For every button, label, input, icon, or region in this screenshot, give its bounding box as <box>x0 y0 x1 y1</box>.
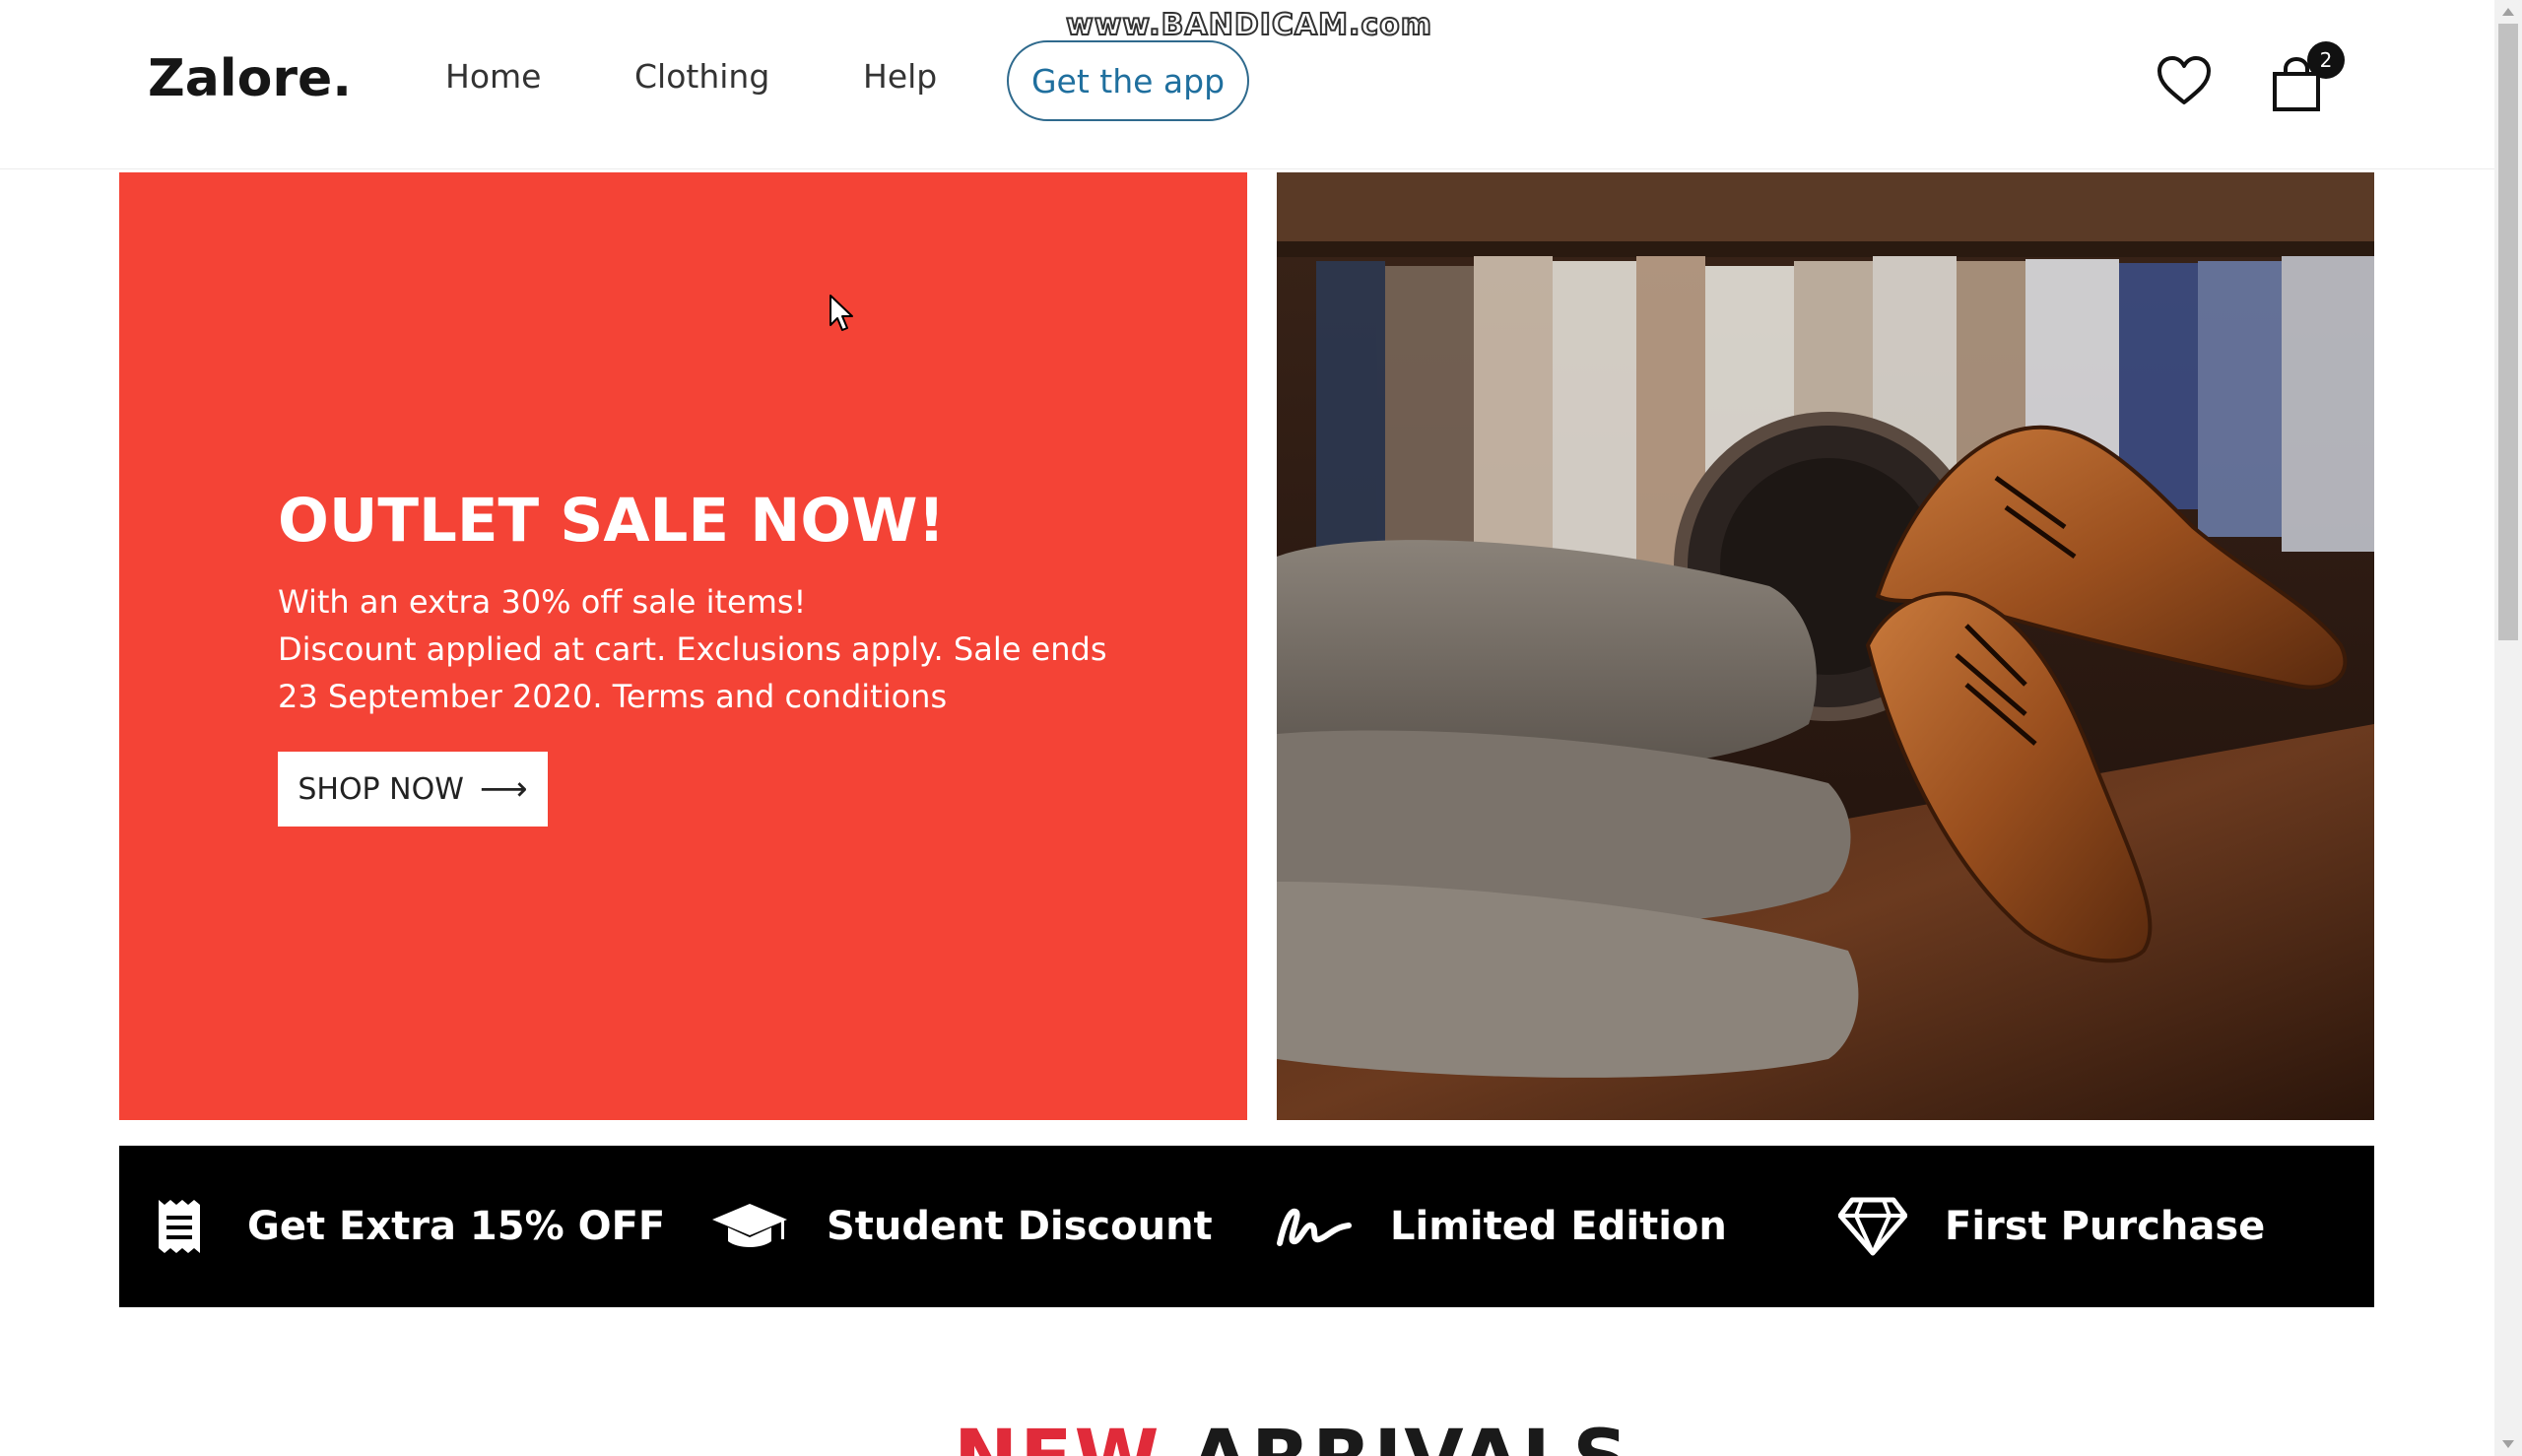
graduation-cap-icon <box>712 1204 787 1247</box>
nav-home[interactable]: Home <box>445 57 541 96</box>
nav-clothing[interactable]: Clothing <box>634 57 769 96</box>
cart-count-badge: 2 <box>2307 41 2345 79</box>
heart-icon[interactable] <box>2156 55 2213 106</box>
perk-label: First Purchase <box>1945 1204 2266 1249</box>
brand-logo[interactable]: Zalore. <box>148 49 352 108</box>
hero-line-3: 23 September 2020. Terms and conditions <box>278 678 948 715</box>
hero-title: OUTLET SALE NOW! <box>278 486 946 556</box>
hero-product-image <box>1277 172 2374 1120</box>
page-scrollbar[interactable] <box>2494 0 2522 1456</box>
recording-watermark: www.BANDICAM.com <box>1065 7 1433 43</box>
receipt-icon <box>159 1200 200 1253</box>
scroll-down-arrow-icon[interactable] <box>2502 1440 2514 1448</box>
new-arrivals-accent: NEW <box>954 1415 1161 1456</box>
new-arrivals-rest: ARRIVALS <box>1190 1415 1630 1456</box>
new-arrivals-heading: NEW ARRIVALS <box>954 1415 1630 1456</box>
nav-help[interactable]: Help <box>863 57 937 96</box>
scroll-up-arrow-icon[interactable] <box>2502 8 2514 16</box>
perk-label: Limited Edition <box>1390 1204 1727 1249</box>
scrollbar-thumb[interactable] <box>2498 24 2518 640</box>
diamond-icon <box>1838 1197 1907 1256</box>
perk-first-purchase[interactable]: First Purchase <box>1838 1146 2265 1307</box>
perks-bar: Get Extra 15% OFF Student Discount Limit… <box>119 1146 2374 1307</box>
arrow-right-icon: ⟶ <box>479 769 528 809</box>
hero-line-2: Discount applied at cart. Exclusions app… <box>278 630 1107 668</box>
perk-student-discount[interactable]: Student Discount <box>710 1146 1213 1307</box>
signature-icon <box>1277 1208 1352 1246</box>
perk-label: Student Discount <box>827 1204 1213 1249</box>
get-app-button[interactable]: Get the app <box>1007 40 1249 121</box>
hero-promo-panel: OUTLET SALE NOW! With an extra 30% off s… <box>119 172 1247 1120</box>
hero-line-1: With an extra 30% off sale items! <box>278 583 807 621</box>
cart-button[interactable]: 2 <box>2272 41 2351 114</box>
perk-limited-edition[interactable]: Limited Edition <box>1274 1146 1727 1307</box>
perk-label: Get Extra 15% OFF <box>247 1204 666 1249</box>
perk-extra-discount[interactable]: Get Extra 15% OFF <box>149 1146 665 1307</box>
mouse-cursor-icon <box>830 295 853 331</box>
shop-now-label: SHOP NOW <box>298 771 464 807</box>
shop-now-button[interactable]: SHOP NOW ⟶ <box>278 752 548 827</box>
hero-description: With an extra 30% off sale items! Discou… <box>278 578 1164 720</box>
